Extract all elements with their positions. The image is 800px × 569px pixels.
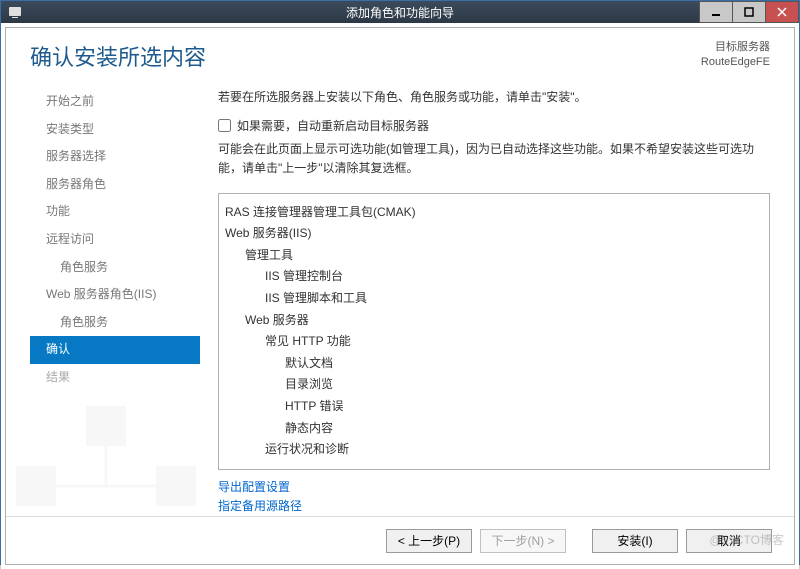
feature-item: 默认文档 xyxy=(225,353,763,375)
auto-restart-label[interactable]: 如果需要，自动重新启动目标服务器 xyxy=(237,117,429,134)
sidebar-step[interactable]: 确认 xyxy=(30,336,200,364)
instruction-text: 若要在所选服务器上安装以下角色、角色服务或功能，请单击"安装"。 xyxy=(218,88,770,107)
feature-item: 常见 HTTP 功能 xyxy=(225,331,763,353)
inner-frame: 确认安装所选内容 目标服务器 RouteEdgeFE 开始之前安装类型服务器选择… xyxy=(5,27,795,565)
sidebar-step[interactable]: 安装类型 xyxy=(30,116,200,144)
window-controls xyxy=(700,1,799,23)
destination-info: 目标服务器 RouteEdgeFE xyxy=(701,40,770,71)
maximize-button[interactable] xyxy=(732,1,766,23)
destination-label: 目标服务器 xyxy=(701,40,770,55)
wizard-window: 添加角色和功能向导 确认安装所选内容 目标服务器 RouteEdgeFE xyxy=(0,0,800,565)
sidebar-step: 结果 xyxy=(30,364,200,392)
sidebar-step[interactable]: Web 服务器角色(IIS) xyxy=(30,281,200,309)
feature-item: RAS 连接管理器管理工具包(CMAK) xyxy=(225,202,763,224)
sidebar-step[interactable]: 角色服务 xyxy=(30,309,200,337)
feature-item: 静态内容 xyxy=(225,418,763,440)
feature-item: 管理工具 xyxy=(225,245,763,267)
export-config-link[interactable]: 导出配置设置 xyxy=(218,478,770,497)
cancel-button[interactable]: 取消 xyxy=(686,529,772,553)
feature-item: 目录浏览 xyxy=(225,374,763,396)
feature-item: 运行状况和诊断 xyxy=(225,439,763,461)
auto-restart-row: 如果需要，自动重新启动目标服务器 xyxy=(218,117,770,134)
sidebar-step[interactable]: 服务器选择 xyxy=(30,143,200,171)
selected-features-list[interactable]: RAS 连接管理器管理工具包(CMAK)Web 服务器(IIS)管理工具IIS … xyxy=(218,193,770,470)
content-wrap: 确认安装所选内容 目标服务器 RouteEdgeFE 开始之前安装类型服务器选择… xyxy=(1,23,799,569)
feature-item: IIS 管理控制台 xyxy=(225,266,763,288)
next-button: 下一步(N) > xyxy=(480,529,566,553)
links-area: 导出配置设置 指定备用源路径 xyxy=(218,478,770,516)
sidebar-step[interactable]: 开始之前 xyxy=(30,88,200,116)
minimize-button[interactable] xyxy=(699,1,733,23)
sidebar-step[interactable]: 服务器角色 xyxy=(30,171,200,199)
install-button[interactable]: 安装(I) xyxy=(592,529,678,553)
title-bar: 添加角色和功能向导 xyxy=(1,1,799,23)
body: 开始之前安装类型服务器选择服务器角色功能远程访问角色服务Web 服务器角色(II… xyxy=(6,82,794,516)
header-area: 确认安装所选内容 目标服务器 RouteEdgeFE xyxy=(6,28,794,82)
feature-item: Web 服务器(IIS) xyxy=(225,223,763,245)
close-button[interactable] xyxy=(765,1,799,23)
alt-source-link[interactable]: 指定备用源路径 xyxy=(218,497,770,516)
sidebar-step[interactable]: 远程访问 xyxy=(30,226,200,254)
feature-item: HTTP 错误 xyxy=(225,396,763,418)
sidebar-step[interactable]: 角色服务 xyxy=(30,254,200,282)
footer-bar: < 上一步(P) 下一步(N) > 安装(I) 取消 @51CTO博客 xyxy=(6,516,794,564)
window-title: 添加角色和功能向导 xyxy=(346,4,454,21)
app-icon xyxy=(7,4,23,20)
page-title: 确认安装所选内容 xyxy=(30,40,206,72)
wizard-steps-sidebar: 开始之前安装类型服务器选择服务器角色功能远程访问角色服务Web 服务器角色(II… xyxy=(30,82,200,516)
feature-item: Web 服务器 xyxy=(225,310,763,332)
main-column: 若要在所选服务器上安装以下角色、角色服务或功能，请单击"安装"。 如果需要，自动… xyxy=(200,82,794,516)
optional-features-note: 可能会在此页面上显示可选功能(如管理工具)，因为已自动选择这些功能。如果不希望安… xyxy=(218,140,770,178)
feature-item: IIS 管理脚本和工具 xyxy=(225,288,763,310)
destination-value: RouteEdgeFE xyxy=(701,55,770,70)
previous-button[interactable]: < 上一步(P) xyxy=(386,529,472,553)
auto-restart-checkbox[interactable] xyxy=(218,119,231,132)
sidebar-step[interactable]: 功能 xyxy=(30,198,200,226)
